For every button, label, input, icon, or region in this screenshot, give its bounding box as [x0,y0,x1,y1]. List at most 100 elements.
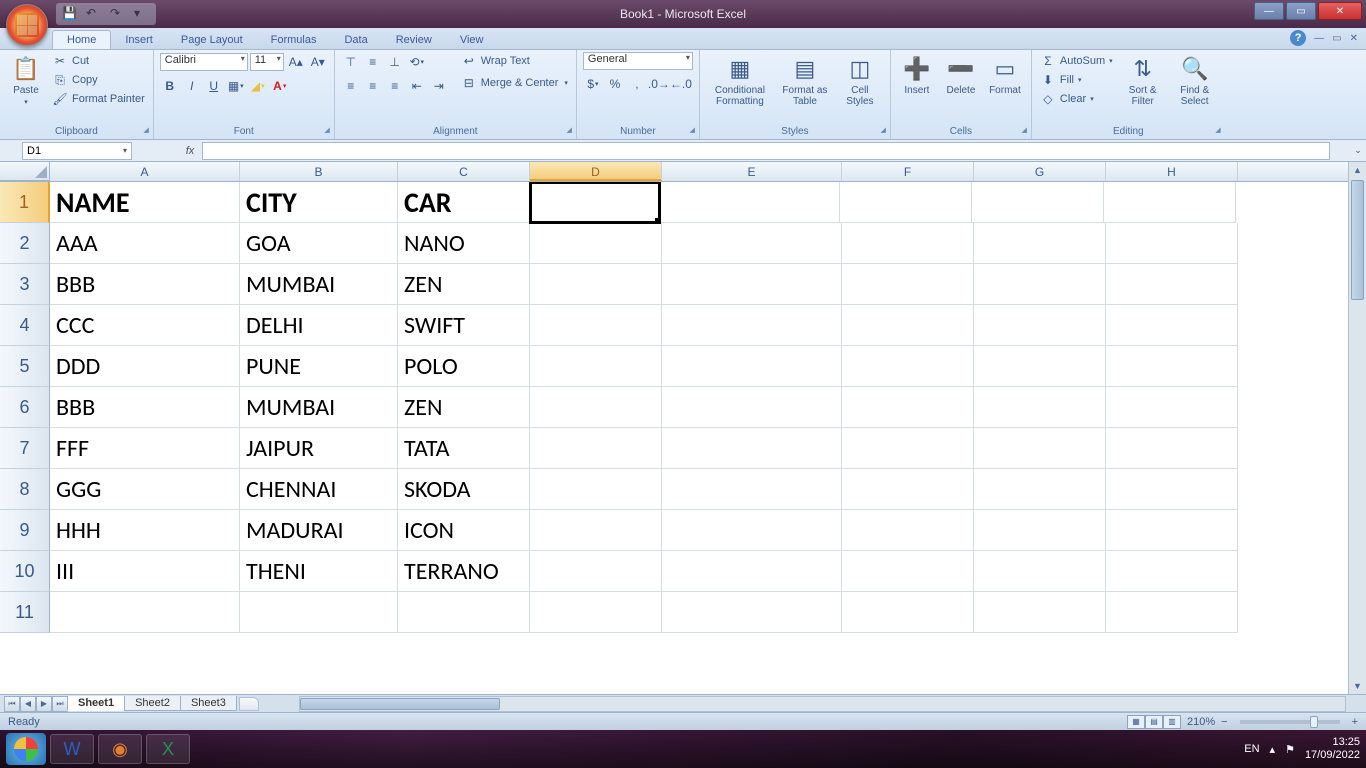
paste-button[interactable]: 📋Paste▾ [6,52,46,109]
cell[interactable]: ZEN [398,387,530,428]
cut-button[interactable]: ✂Cut [50,52,147,70]
delete-cells-button[interactable]: ➖Delete [941,52,981,99]
view-normal-icon[interactable]: ▦ [1127,715,1145,729]
undo-icon[interactable]: ↶ [86,6,102,22]
ribbon-minimize-icon[interactable]: — [1314,33,1324,44]
cell[interactable] [974,305,1106,346]
ribbon-close-icon[interactable]: ✕ [1350,33,1358,44]
format-as-table-button[interactable]: ▤Format as Table [778,52,832,110]
cell[interactable] [1106,305,1238,346]
cell[interactable] [842,592,974,633]
column-header-F[interactable]: F [842,162,974,181]
cell[interactable] [842,264,974,305]
cell-styles-button[interactable]: ◫Cell Styles [836,52,884,110]
border-button[interactable]: ▦ [226,76,246,96]
cell[interactable] [1106,223,1238,264]
align-right-icon[interactable]: ≡ [385,76,405,96]
row-header[interactable]: 3 [0,264,50,305]
cell[interactable]: MUMBAI [240,264,398,305]
column-header-H[interactable]: H [1106,162,1238,181]
sheet-nav-next[interactable]: ▶ [36,696,52,712]
cell[interactable]: SKODA [398,469,530,510]
cell[interactable]: FFF [50,428,240,469]
tab-formulas[interactable]: Formulas [257,31,331,49]
fill-button[interactable]: ⬇Fill▾ [1038,71,1115,89]
row-header[interactable]: 11 [0,592,50,633]
system-clock[interactable]: 13:25 17/09/2022 [1305,736,1360,762]
cell[interactable] [662,305,842,346]
select-all-corner[interactable] [0,162,50,181]
fx-button[interactable]: fx [178,142,202,160]
cell[interactable]: GGG [50,469,240,510]
new-sheet-button[interactable] [239,697,259,711]
cell[interactable] [530,223,662,264]
cell[interactable] [842,510,974,551]
scroll-thumb[interactable] [1351,180,1364,300]
cell[interactable]: MADURAI [240,510,398,551]
format-cells-button[interactable]: ▭Format [985,52,1025,99]
cell[interactable] [1106,346,1238,387]
merge-center-button[interactable]: ⊟Merge & Center▾ [459,74,570,92]
cell[interactable]: TERRANO [398,551,530,592]
cell[interactable] [1106,551,1238,592]
cell[interactable] [662,346,842,387]
row-header[interactable]: 10 [0,551,50,592]
number-format-combo[interactable]: General [583,52,693,70]
cell[interactable] [530,346,662,387]
cell[interactable] [840,182,972,223]
cell[interactable]: CHENNAI [240,469,398,510]
cell[interactable] [662,223,842,264]
insert-cells-button[interactable]: ➕Insert [897,52,937,99]
taskbar-app-icon[interactable]: ◉ [98,734,142,764]
decrease-decimal-icon[interactable]: ←.0 [671,74,691,94]
cell[interactable] [530,592,662,633]
cell[interactable] [1106,592,1238,633]
column-header-C[interactable]: C [398,162,530,181]
cell[interactable] [662,387,842,428]
sort-filter-button[interactable]: ⇅Sort & Filter [1119,52,1167,110]
column-header-A[interactable]: A [50,162,240,181]
cell[interactable] [974,223,1106,264]
zoom-level[interactable]: 210% [1187,716,1215,728]
cell[interactable]: BBB [50,264,240,305]
cell[interactable]: ZEN [398,264,530,305]
column-header-D[interactable]: D [530,162,662,181]
tab-review[interactable]: Review [382,31,446,49]
underline-button[interactable]: U [204,76,224,96]
cell[interactable] [1106,428,1238,469]
vertical-scrollbar[interactable]: ▲ ▼ [1348,162,1366,694]
name-box[interactable]: D1▾ [22,142,132,160]
conditional-formatting-button[interactable]: ▦Conditional Formatting [706,52,774,110]
save-icon[interactable]: 💾 [62,6,78,22]
cell[interactable] [1106,264,1238,305]
sheet-nav-last[interactable]: ⏭ [52,696,68,712]
cell[interactable]: NAME [50,182,240,223]
qat-customize-icon[interactable]: ▾ [134,6,150,22]
zoom-in-icon[interactable]: + [1352,716,1358,728]
cell[interactable]: SWIFT [398,305,530,346]
sheet-nav-first[interactable]: ⏮ [4,696,20,712]
scroll-up-icon[interactable]: ▲ [1349,162,1366,178]
cell[interactable]: GOA [240,223,398,264]
align-top-icon[interactable]: ⊤ [341,52,361,72]
cell[interactable] [530,305,662,346]
cell[interactable]: III [50,551,240,592]
tab-view[interactable]: View [446,31,498,49]
scroll-down-icon[interactable]: ▼ [1349,678,1366,694]
cell[interactable] [398,592,530,633]
view-break-icon[interactable]: ▥ [1163,715,1181,729]
font-name-combo[interactable]: Calibri [160,53,248,71]
cell[interactable]: CITY [240,182,398,223]
column-header-E[interactable]: E [662,162,842,181]
horizontal-scrollbar[interactable] [299,696,1346,712]
format-painter-button[interactable]: 🖌Format Painter [50,90,147,108]
indent-increase-icon[interactable]: ⇥ [429,76,449,96]
cell[interactable] [530,551,662,592]
tab-home[interactable]: Home [52,30,111,49]
cell[interactable] [842,551,974,592]
row-header[interactable]: 9 [0,510,50,551]
cell[interactable]: HHH [50,510,240,551]
row-header[interactable]: 4 [0,305,50,346]
fill-color-button[interactable]: ◢ [248,76,268,96]
cell[interactable] [1104,182,1236,223]
